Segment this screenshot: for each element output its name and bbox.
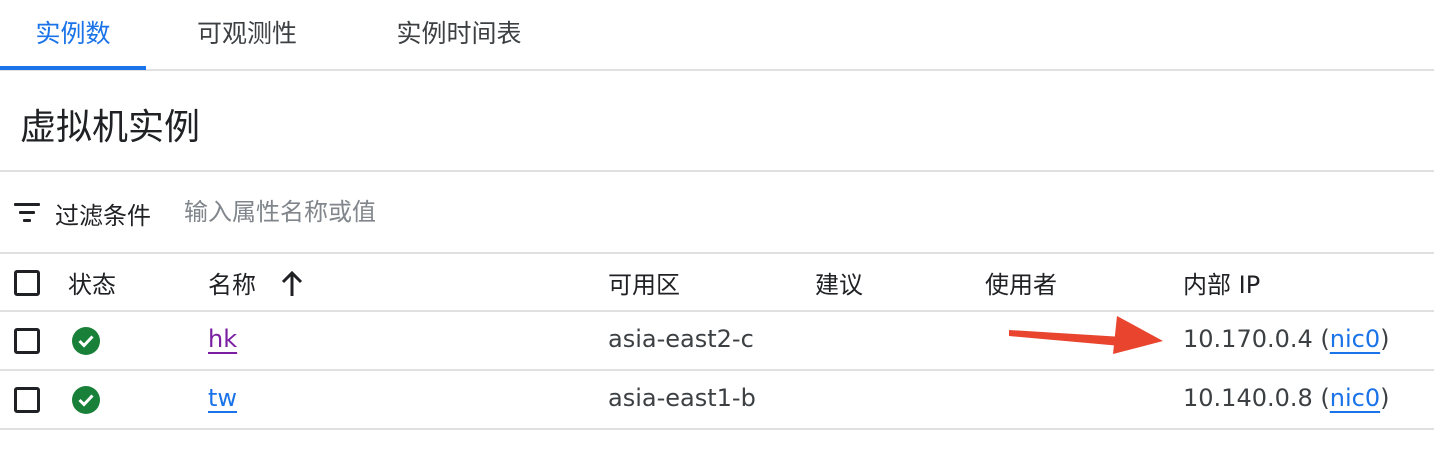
- active-tab-indicator: [0, 66, 146, 70]
- filter-input[interactable]: [184, 194, 784, 230]
- paren-close: ): [1380, 384, 1390, 412]
- instance-zone: asia-east2-c: [608, 325, 754, 353]
- divider: [0, 170, 1434, 172]
- tab-observability[interactable]: 可观测性: [176, 0, 318, 69]
- row-checkbox[interactable]: [14, 328, 40, 354]
- column-header-recommendation[interactable]: 建议: [815, 265, 863, 300]
- filter-list-icon[interactable]: [14, 203, 42, 223]
- instance-name-link[interactable]: hk: [208, 325, 237, 353]
- filter-label[interactable]: 过滤条件: [55, 196, 151, 231]
- nic-link[interactable]: nic0: [1330, 325, 1380, 353]
- internal-ip: 10.140.0.8 (nic0): [1183, 384, 1390, 412]
- internal-ip: 10.170.0.4 (nic0): [1183, 325, 1390, 353]
- paren-close: ): [1380, 325, 1390, 353]
- check-circle-icon: [72, 327, 100, 355]
- row-checkbox[interactable]: [14, 387, 40, 413]
- tab-bar: 实例数 可观测性 实例时间表: [0, 0, 1434, 71]
- divider: [0, 310, 1434, 312]
- select-all-checkbox[interactable]: [14, 270, 40, 296]
- internal-ip-address: 10.140.0.8: [1183, 384, 1313, 412]
- red-arrow-annotation-icon: [1009, 316, 1163, 354]
- arrow-upward-icon[interactable]: [280, 270, 304, 298]
- check-circle-icon: [72, 386, 100, 414]
- divider: [0, 428, 1434, 430]
- paren-open: (: [1312, 325, 1330, 353]
- column-header-name[interactable]: 名称: [208, 265, 256, 300]
- divider: [0, 252, 1434, 254]
- paren-open: (: [1312, 384, 1330, 412]
- tab-instances[interactable]: 实例数: [0, 0, 146, 69]
- column-header-internal-ip[interactable]: 内部 IP: [1183, 265, 1260, 300]
- page-title: 虚拟机实例: [20, 107, 201, 148]
- tab-instance-schedules[interactable]: 实例时间表: [378, 0, 540, 69]
- instance-name-link[interactable]: tw: [208, 384, 237, 412]
- nic-link[interactable]: nic0: [1330, 384, 1380, 412]
- internal-ip-address: 10.170.0.4: [1183, 325, 1313, 353]
- divider: [0, 369, 1434, 371]
- column-header-zone[interactable]: 可用区: [608, 265, 680, 300]
- instance-zone: asia-east1-b: [608, 384, 756, 412]
- column-header-status[interactable]: 状态: [68, 265, 116, 300]
- column-header-in-use-by[interactable]: 使用者: [985, 265, 1057, 300]
